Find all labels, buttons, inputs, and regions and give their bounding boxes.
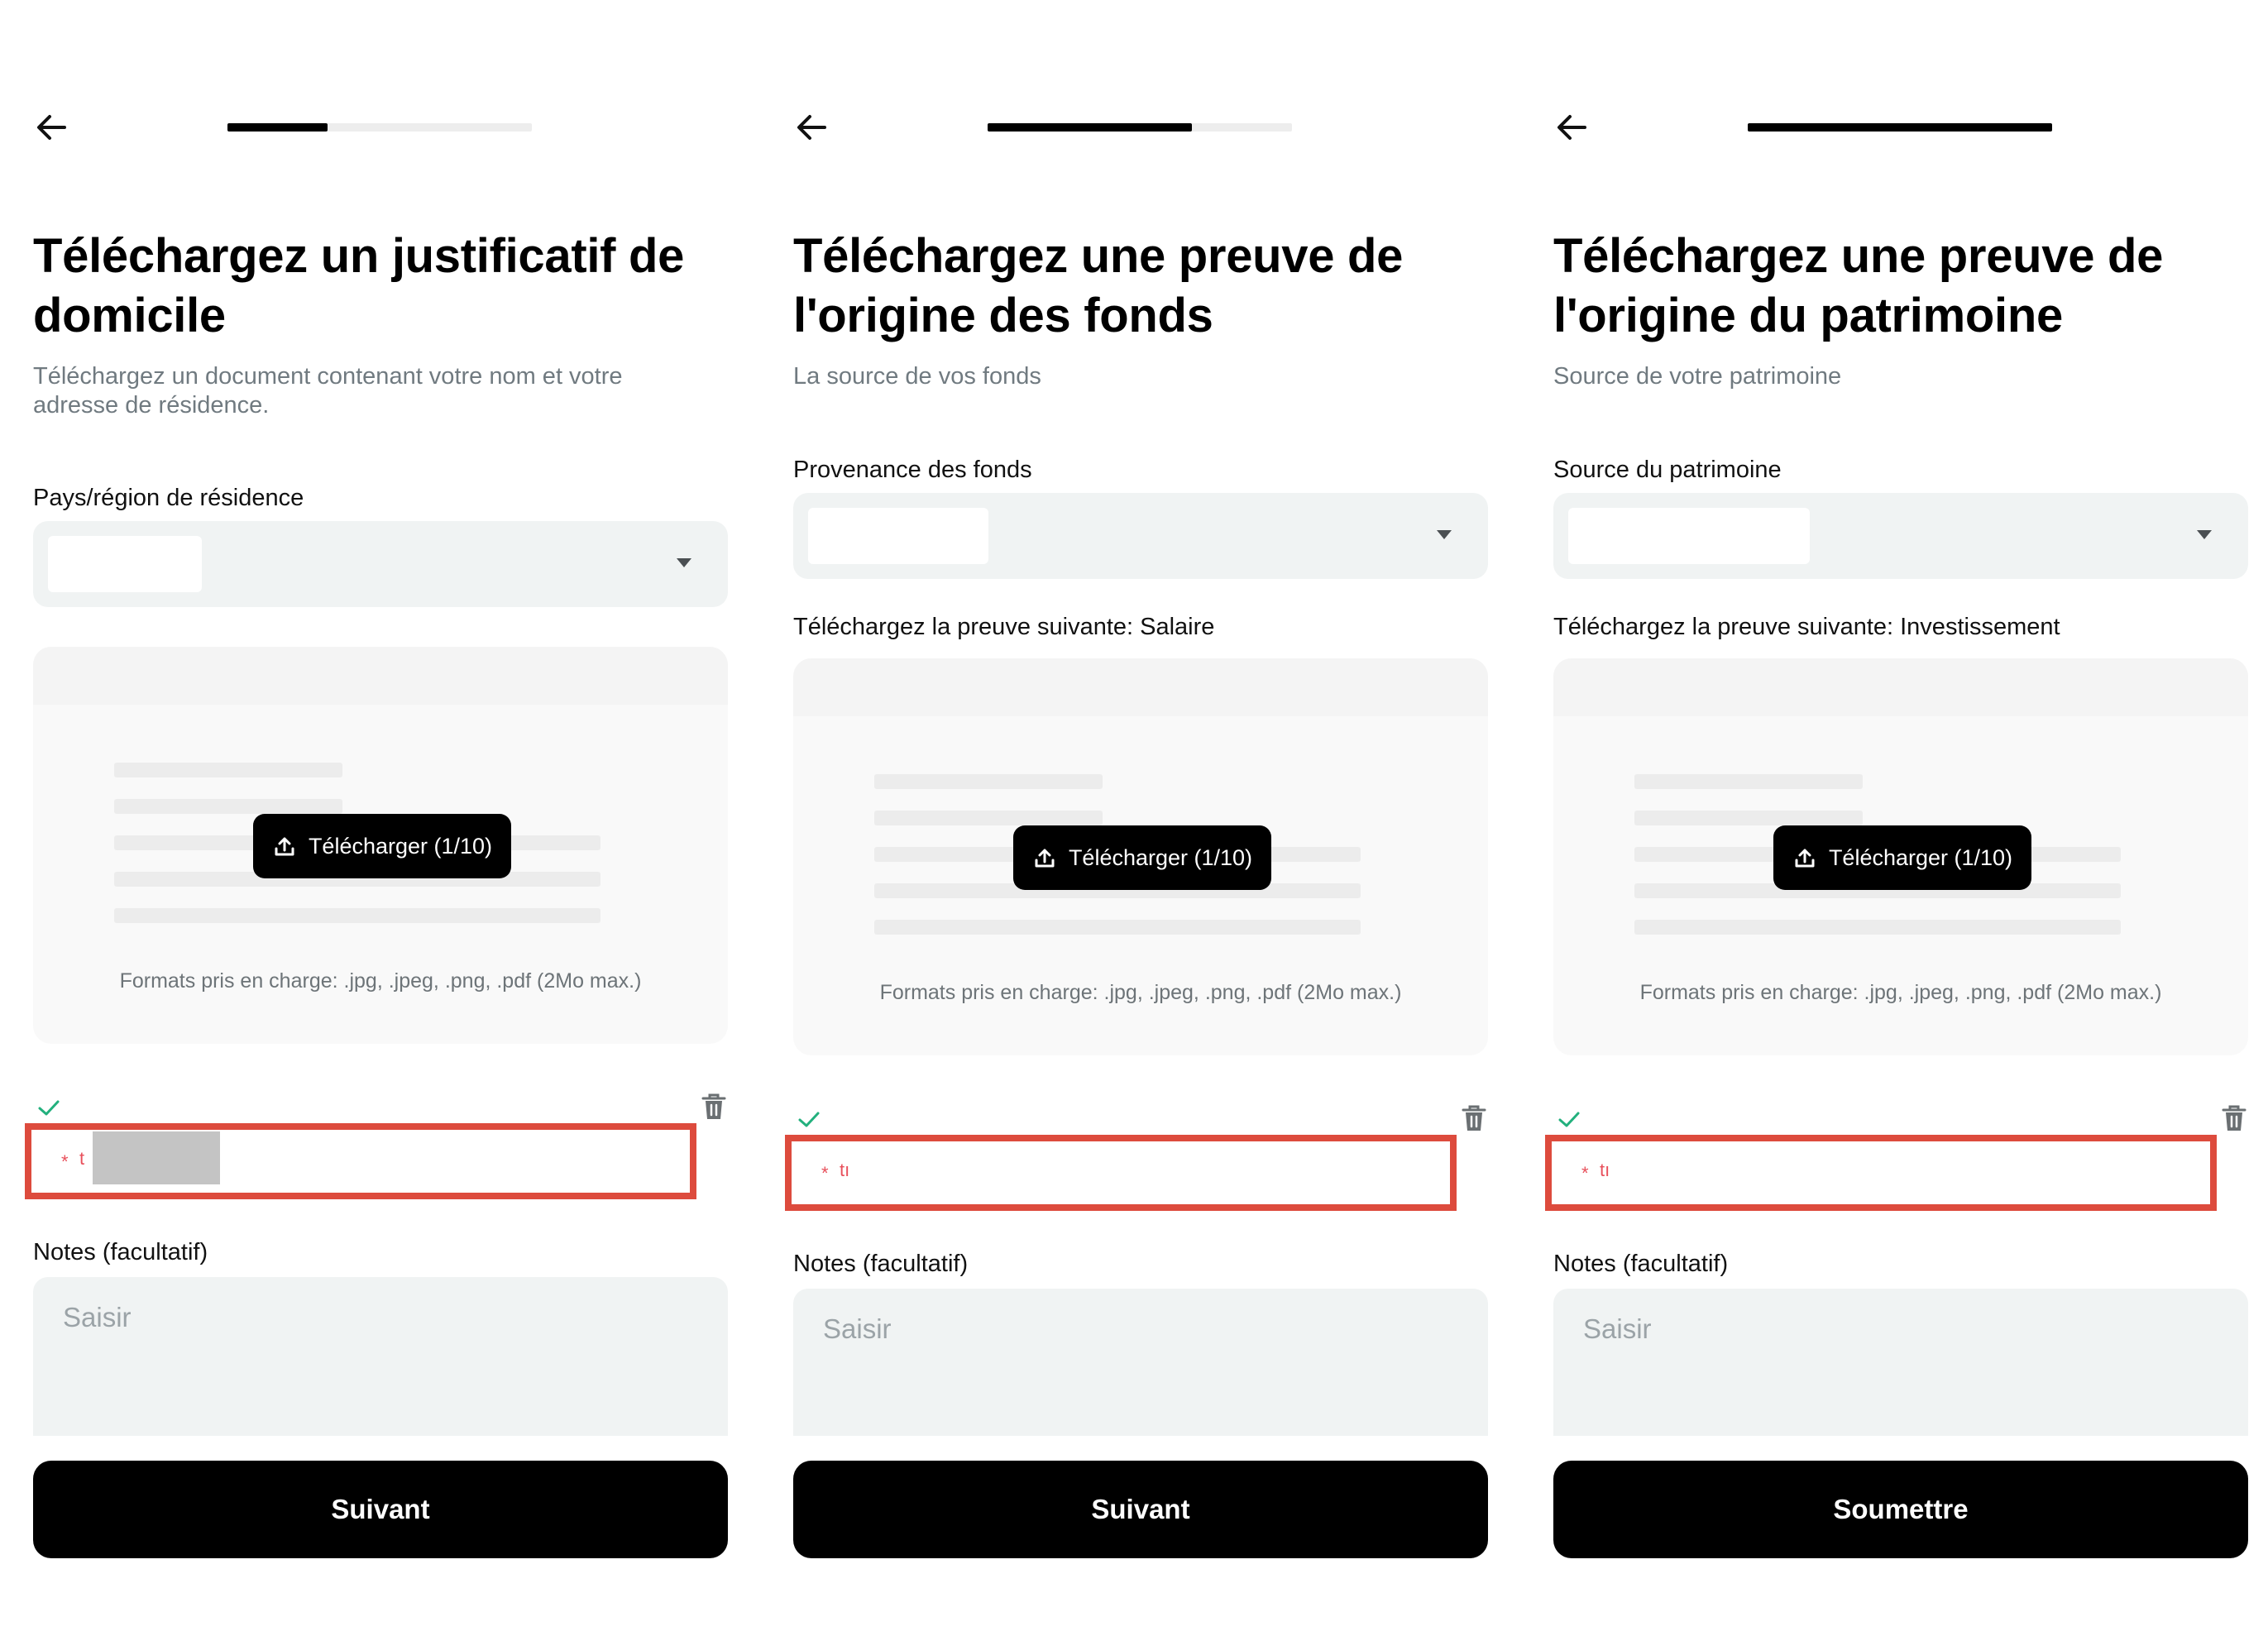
page-title: Téléchargez un justificatif de domicile xyxy=(33,229,685,342)
uploaded-file-row[interactable]: * t xyxy=(25,1123,696,1199)
notes-label: Notes (facultatif) xyxy=(33,1239,208,1265)
notes-input[interactable]: Saisir xyxy=(33,1277,728,1436)
upload-label: Téléchargez la preuve suivante: Salaire xyxy=(793,614,1215,640)
file-name: t xyxy=(79,1148,85,1169)
check-icon xyxy=(1558,1112,1580,1127)
skeleton-line xyxy=(1634,811,1863,825)
required-mark: * xyxy=(821,1163,829,1184)
upload-dropzone[interactable]: Télécharger (1/10) Formats pris en charg… xyxy=(793,658,1488,1055)
notes-placeholder: Saisir xyxy=(823,1313,892,1344)
next-button[interactable]: Suivant xyxy=(33,1461,728,1558)
caret-down-icon xyxy=(1437,530,1452,539)
upload-label: Téléchargez la preuve suivante: Investis… xyxy=(1553,614,2060,640)
trash-icon[interactable] xyxy=(700,1092,728,1122)
upload-preview-header xyxy=(793,658,1488,716)
back-arrow-icon[interactable] xyxy=(1553,109,1590,146)
trash-icon[interactable] xyxy=(2220,1103,2248,1133)
upload-button[interactable]: Télécharger (1/10) xyxy=(1773,825,2031,890)
redacted-filename xyxy=(93,1131,220,1184)
notes-input[interactable]: Saisir xyxy=(1553,1289,2248,1436)
select-value xyxy=(48,536,202,592)
country-select[interactable] xyxy=(33,521,728,607)
supported-formats: Formats pris en charge: .jpg, .jpeg, .pn… xyxy=(1639,981,2162,1004)
skeleton-line xyxy=(1634,920,2121,935)
notes-placeholder: Saisir xyxy=(63,1302,132,1332)
notes-label: Notes (facultatif) xyxy=(793,1251,969,1277)
select-label: Provenance des fonds xyxy=(793,457,1032,483)
upload-dropzone[interactable]: Télécharger (1/10) Formats pris en charg… xyxy=(1553,658,2248,1055)
notes-placeholder: Saisir xyxy=(1583,1313,1652,1344)
notes-label: Notes (facultatif) xyxy=(1553,1251,1729,1277)
progress-bar xyxy=(988,123,1292,132)
progress-bar xyxy=(227,123,532,132)
wealth-source-select[interactable] xyxy=(1553,493,2248,579)
skeleton-line xyxy=(874,811,1103,825)
page-subtitle: La source de vos fonds xyxy=(793,363,1041,390)
next-button[interactable]: Suivant xyxy=(793,1461,1488,1558)
back-arrow-icon[interactable] xyxy=(33,109,69,146)
page-subtitle: Source de votre patrimoine xyxy=(1553,363,1842,390)
upload-preview-header xyxy=(33,647,728,705)
upload-icon xyxy=(1035,849,1055,868)
screen-proof-of-address: Téléchargez un justificatif de domicile … xyxy=(25,0,728,1636)
skeleton-line xyxy=(1634,774,1863,789)
progress-bar-fill xyxy=(227,123,328,132)
upload-icon xyxy=(1795,849,1815,868)
back-arrow-icon[interactable] xyxy=(793,109,830,146)
select-value xyxy=(808,508,988,564)
required-mark: * xyxy=(61,1151,69,1172)
notes-input[interactable]: Saisir xyxy=(793,1289,1488,1436)
check-icon xyxy=(38,1100,60,1116)
uploaded-file-row[interactable]: * tı xyxy=(1545,1135,2217,1211)
required-mark: * xyxy=(1581,1163,1589,1184)
skeleton-line xyxy=(114,763,342,777)
progress-bar-fill xyxy=(1748,123,2052,132)
upload-button[interactable]: Télécharger (1/10) xyxy=(253,814,511,878)
skeleton-line xyxy=(114,908,600,923)
trash-icon[interactable] xyxy=(1460,1103,1488,1133)
upload-dropzone[interactable]: Télécharger (1/10) Formats pris en charg… xyxy=(33,647,728,1044)
caret-down-icon xyxy=(677,558,691,567)
upload-button-label: Télécharger (1/10) xyxy=(1068,844,1253,870)
upload-icon xyxy=(275,837,294,856)
skeleton-line xyxy=(874,920,1361,935)
file-name: tı xyxy=(840,1160,850,1180)
funds-origin-select[interactable] xyxy=(793,493,1488,579)
caret-down-icon xyxy=(2197,530,2212,539)
select-label: Pays/région de résidence xyxy=(33,485,304,511)
supported-formats: Formats pris en charge: .jpg, .jpeg, .pn… xyxy=(879,981,1402,1004)
skeleton-line xyxy=(114,799,342,814)
progress-bar xyxy=(1748,123,2052,132)
upload-button-label: Télécharger (1/10) xyxy=(1828,844,2013,870)
upload-button-label: Télécharger (1/10) xyxy=(308,833,493,859)
screen-source-of-funds: Téléchargez une preuve de l'origine des … xyxy=(785,0,1488,1636)
upload-preview-header xyxy=(1553,658,2248,716)
page-subtitle: Téléchargez un document contenant votre … xyxy=(33,363,623,419)
check-icon xyxy=(798,1112,820,1127)
screen-source-of-wealth: Téléchargez une preuve de l'origine du p… xyxy=(1545,0,2248,1636)
supported-formats: Formats pris en charge: .jpg, .jpeg, .pn… xyxy=(119,969,642,993)
page-title: Téléchargez une preuve de l'origine du p… xyxy=(1553,229,2164,342)
progress-bar-fill xyxy=(988,123,1192,132)
file-name: tı xyxy=(1600,1160,1610,1180)
submit-button[interactable]: Soumettre xyxy=(1553,1461,2248,1558)
upload-button[interactable]: Télécharger (1/10) xyxy=(1013,825,1271,890)
uploaded-file-row[interactable]: * tı xyxy=(785,1135,1457,1211)
page-title: Téléchargez une preuve de l'origine des … xyxy=(793,229,1404,342)
skeleton-line xyxy=(874,774,1103,789)
select-label: Source du patrimoine xyxy=(1553,457,1782,483)
select-value xyxy=(1568,508,1810,564)
